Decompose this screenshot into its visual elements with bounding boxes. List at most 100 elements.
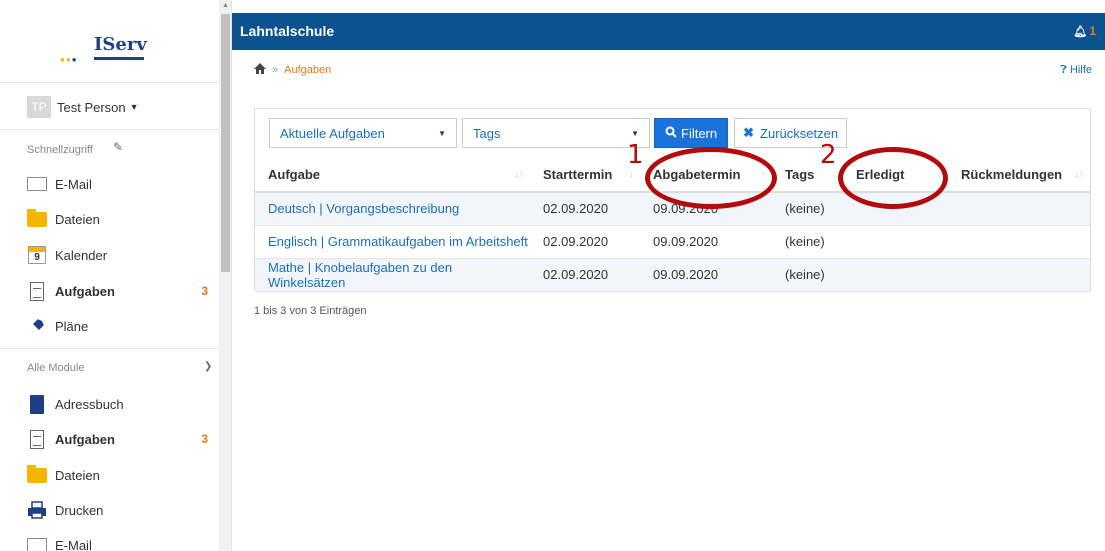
sidebar-item-tasks[interactable]: Aufgaben 3: [27, 279, 212, 303]
sidebar-item-addressbook[interactable]: Adressbuch: [27, 392, 212, 416]
sort-icon: ↓: [629, 169, 634, 180]
task-link[interactable]: Mathe | Knobelaufgaben zu den Winkelsätz…: [268, 260, 452, 290]
due-cell: 09.09.2020: [640, 225, 772, 259]
feedback-cell: [948, 225, 1090, 259]
annotation-circle-2: [838, 147, 948, 209]
feedback-cell: [948, 192, 1090, 226]
book-icon: [27, 394, 47, 414]
folder-icon: [27, 208, 47, 229]
done-cell: [843, 258, 948, 292]
task-cell[interactable]: Mathe | Knobelaufgaben zu den Winkelsätz…: [255, 258, 530, 292]
divider: [0, 82, 219, 83]
table-info: 1 bis 3 von 3 Einträgen: [254, 305, 367, 317]
task-link[interactable]: Englisch | Grammatikaufgaben im Arbeitsh…: [268, 234, 528, 249]
notifications-button[interactable]: 🔔︎ 1: [1073, 24, 1096, 38]
status-select-value: Aktuelle Aufgaben: [280, 125, 385, 141]
task-cell[interactable]: Englisch | Grammatikaufgaben im Arbeitsh…: [255, 225, 530, 259]
top-bar: Lahntalschule 🔔︎ 1: [232, 13, 1105, 50]
sidebar-item-plans[interactable]: Pläne: [27, 314, 212, 338]
column-header-task[interactable]: Aufgabe ↓↑: [255, 158, 530, 193]
sidebar-item-calendar[interactable]: 9 Kalender: [27, 243, 212, 267]
sort-icon: ↓↑: [514, 169, 524, 180]
search-icon: [665, 126, 677, 141]
sort-icon: ↓↑: [1074, 169, 1084, 180]
tags-select-value: Tags: [473, 125, 501, 141]
annotation-number-1: 1: [627, 140, 644, 170]
breadcrumb: » Aufgaben: [254, 63, 331, 77]
start-cell: 02.09.2020: [530, 258, 640, 292]
school-title[interactable]: Lahntalschule: [240, 23, 334, 39]
column-header-start[interactable]: Starttermin ↓: [530, 158, 640, 193]
tags-cell: (keine): [772, 258, 843, 292]
user-menu[interactable]: TP Test Person ▼: [27, 95, 139, 119]
count-badge: 3: [201, 284, 208, 298]
sidebar-item-label: Adressbuch: [55, 396, 124, 412]
mail-icon: [27, 535, 47, 551]
sidebar-item-label: Dateien: [55, 211, 100, 227]
logo-text: IServ: [94, 34, 147, 55]
sidebar-item-label: Aufgaben: [55, 431, 115, 447]
sidebar-scrollbar[interactable]: ▲: [219, 0, 231, 551]
sidebar-item-files[interactable]: Dateien: [27, 207, 212, 231]
task-cell[interactable]: Deutsch | Vorgangsbeschreibung: [255, 192, 530, 226]
help-link[interactable]: ❓︎ Hilfe: [1060, 64, 1092, 77]
logo-dots: ●●●: [60, 55, 78, 64]
home-icon[interactable]: [254, 63, 266, 77]
tags-select[interactable]: Tags ▼: [462, 118, 650, 148]
sidebar-item-email-all[interactable]: E-Mail: [27, 533, 212, 551]
sidebar-item-label: Aufgaben: [55, 283, 115, 299]
divider: [0, 348, 219, 349]
filter-button[interactable]: Filtern: [654, 118, 729, 148]
dropdown-arrow-icon: ▼: [631, 128, 639, 138]
sidebar-item-label: Kalender: [55, 247, 108, 263]
caret-down-icon: ▼: [129, 102, 139, 112]
clipboard-icon: [27, 429, 47, 449]
filter-button-label: Filtern: [681, 125, 718, 141]
quick-access-label: Schnellzugriff: [27, 144, 93, 156]
folder-icon: [27, 464, 47, 485]
mail-icon: [27, 174, 47, 194]
sidebar-item-files-all[interactable]: Dateien: [27, 463, 212, 487]
printer-icon: [27, 500, 47, 520]
start-cell: 02.09.2020: [530, 225, 640, 259]
due-cell: 09.09.2020: [640, 258, 772, 292]
scrollbar-thumb[interactable]: [221, 14, 230, 272]
logo-underline: [94, 57, 144, 60]
task-link[interactable]: Deutsch | Vorgangsbeschreibung: [268, 201, 459, 216]
sidebar-item-label: Dateien: [55, 467, 100, 483]
dropdown-arrow-icon: ▼: [438, 128, 446, 138]
sidebar-item-label: Drucken: [55, 502, 104, 518]
done-cell: [843, 225, 948, 259]
pencil-icon[interactable]: ✎: [113, 140, 123, 154]
tags-cell: (keine): [772, 192, 843, 226]
bell-icon: 🔔︎: [1073, 26, 1088, 38]
close-icon: ✖: [743, 125, 755, 140]
clipboard-icon: [27, 281, 47, 301]
all-modules-label: Alle Module: [27, 362, 85, 374]
count-badge: 3: [201, 432, 208, 446]
breadcrumb-tasks[interactable]: Aufgaben: [284, 64, 331, 76]
sidebar-item-print[interactable]: Drucken: [27, 498, 212, 522]
start-cell: 02.09.2020: [530, 192, 640, 226]
tags-cell: (keine): [772, 225, 843, 259]
status-select[interactable]: Aktuelle Aufgaben ▼: [269, 118, 457, 148]
annotation-number-2: 2: [820, 140, 837, 170]
sidebar-item-email[interactable]: E-Mail: [27, 172, 212, 196]
chevron-down-icon[interactable]: ❯: [204, 361, 212, 372]
sidebar-item-tasks-all[interactable]: Aufgaben 3: [27, 427, 212, 451]
sidebar: ●●● IServ TP Test Person ▼ Schnellzugrif…: [0, 0, 232, 551]
filter-bar: Aktuelle Aufgaben ▼ Tags ▼ Filtern ✖ Zur…: [269, 118, 848, 148]
annotation-circle-1: [645, 147, 777, 209]
scroll-up-icon[interactable]: ▲: [222, 2, 229, 9]
reset-button-label: Zurücksetzen: [760, 125, 839, 141]
table-row[interactable]: Englisch | Grammatikaufgaben im Arbeitsh…: [255, 225, 1090, 259]
iserv-logo[interactable]: ●●● IServ: [60, 30, 160, 66]
divider: [0, 129, 219, 130]
help-label: Hilfe: [1069, 64, 1092, 76]
sidebar-item-label: Pläne: [55, 318, 89, 334]
feedback-cell: [948, 258, 1090, 292]
column-header-feedback[interactable]: Rückmeldungen ↓↑: [948, 158, 1090, 193]
table-row[interactable]: Mathe | Knobelaufgaben zu den Winkelsätz…: [255, 258, 1090, 292]
calendar-icon: 9: [27, 245, 47, 265]
question-icon: ❓︎: [1060, 64, 1067, 76]
